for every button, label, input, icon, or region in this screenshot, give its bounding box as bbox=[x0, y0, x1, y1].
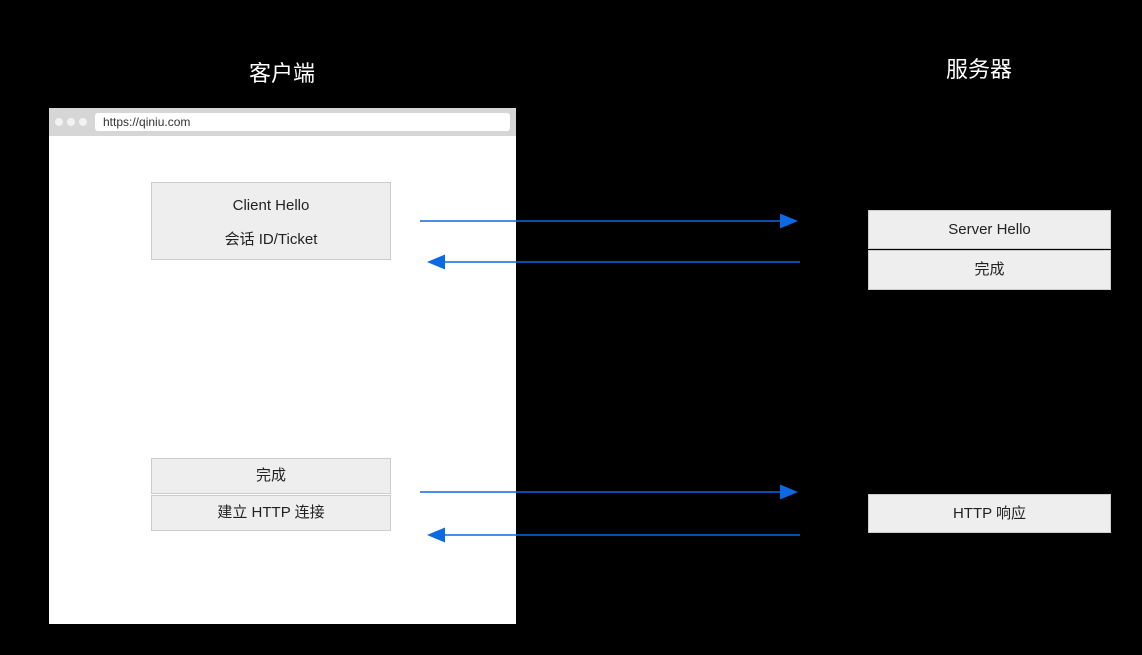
browser-titlebar: https://qiniu.com bbox=[49, 108, 516, 136]
client-finished-box: 完成 bbox=[151, 458, 391, 494]
client-http-connect-box: 建立 HTTP 连接 bbox=[151, 495, 391, 531]
client-hello-line1: Client Hello bbox=[152, 197, 390, 214]
window-dot-max bbox=[79, 118, 87, 126]
server-finished-box: 完成 bbox=[868, 250, 1111, 290]
server-label: 服务器 bbox=[946, 52, 1012, 84]
window-dot-close bbox=[55, 118, 63, 126]
server-http-response-box: HTTP 响应 bbox=[868, 494, 1111, 533]
client-hello-box: Client Hello 会话 ID/Ticket bbox=[151, 182, 391, 260]
window-dot-min bbox=[67, 118, 75, 126]
window-controls bbox=[55, 118, 87, 126]
browser-url-bar: https://qiniu.com bbox=[95, 113, 510, 131]
client-label: 客户端 bbox=[249, 56, 315, 88]
client-hello-line2: 会话 ID/Ticket bbox=[152, 228, 390, 249]
server-hello-box: Server Hello bbox=[868, 210, 1111, 249]
